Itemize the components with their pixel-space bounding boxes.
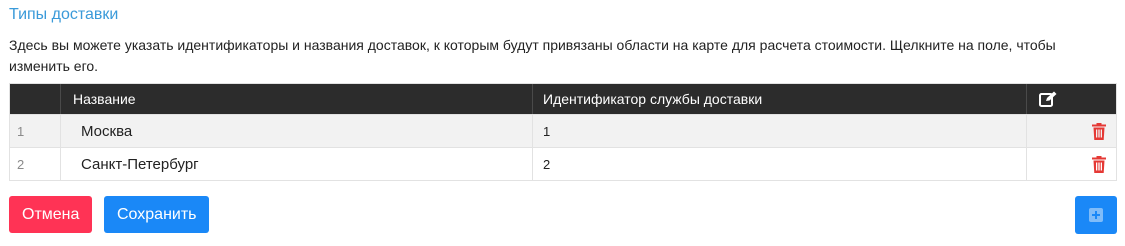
edit-icon[interactable] <box>1039 91 1057 107</box>
header-number <box>10 84 60 114</box>
row-actions <box>1026 115 1116 147</box>
trash-icon[interactable] <box>1092 155 1106 173</box>
save-button[interactable]: Сохранить <box>104 196 209 233</box>
row-service-id-field[interactable]: 2 <box>532 148 1026 180</box>
header-service-id: Идентификатор службы доставки <box>532 84 1026 114</box>
page-title: Типы доставки <box>9 6 119 23</box>
table-row: 1 Москва 1 <box>10 114 1116 147</box>
row-actions <box>1026 148 1116 180</box>
row-name-field[interactable]: Москва <box>60 115 532 147</box>
trash-icon[interactable] <box>1092 122 1106 140</box>
delivery-types-table: Название Идентификатор службы доставки 1… <box>9 83 1117 181</box>
add-row-button[interactable] <box>1075 196 1117 234</box>
header-name: Название <box>60 84 532 114</box>
row-number: 2 <box>17 156 25 172</box>
page-description: Здесь вы можете указать идентификаторы и… <box>9 37 1056 74</box>
table-header-row: Название Идентификатор службы доставки <box>10 84 1116 114</box>
table-row: 2 Санкт-Петербург 2 <box>10 147 1116 180</box>
row-name-field[interactable]: Санкт-Петербург <box>60 148 532 180</box>
cancel-button[interactable]: Отмена <box>9 196 92 233</box>
plus-square-icon <box>1089 208 1103 222</box>
row-number: 1 <box>17 123 25 139</box>
row-service-id-field[interactable]: 1 <box>532 115 1026 147</box>
header-actions <box>1026 84 1116 114</box>
